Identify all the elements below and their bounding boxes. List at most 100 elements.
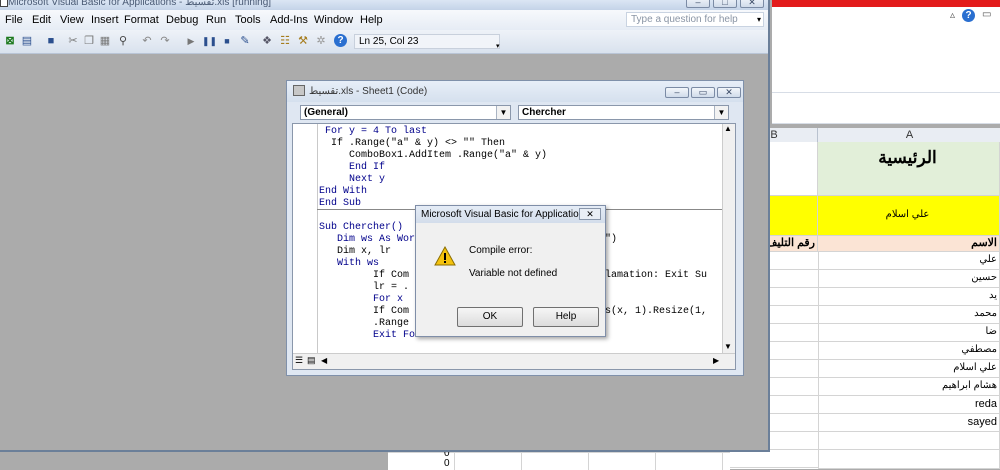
- dialog-close-icon[interactable]: ✕: [579, 208, 601, 220]
- menu-format[interactable]: Format: [124, 14, 159, 26]
- name-cell[interactable]: هشام ابراهيم: [818, 378, 1000, 396]
- code-line[interactable]: Next y: [325, 174, 385, 186]
- menu-help[interactable]: Help: [360, 14, 383, 26]
- excel-grid-lower-left[interactable]: 0 0: [388, 448, 730, 470]
- reset-icon[interactable]: ■: [220, 34, 234, 48]
- horizontal-scrollbar[interactable]: ☰ ▤ ◀ ▶: [293, 353, 735, 369]
- menu-window[interactable]: Window: [314, 14, 353, 26]
- empty-cell[interactable]: [818, 450, 1000, 469]
- name-cell[interactable]: reda: [818, 396, 1000, 414]
- cursor-position-status: Ln 25, Col 23: [354, 34, 500, 49]
- code-line[interactable]: With ws: [319, 258, 379, 270]
- menu-addins[interactable]: Add-Ins: [270, 14, 308, 26]
- code-line[interactable]: For y = 4 To last: [325, 126, 427, 138]
- menu-edit[interactable]: Edit: [32, 14, 51, 26]
- code-restore-icon[interactable]: ▭: [691, 87, 715, 98]
- close-icon[interactable]: ✕: [740, 0, 764, 8]
- break-icon[interactable]: ❚❚: [202, 34, 217, 48]
- menu-file[interactable]: File: [5, 14, 23, 26]
- selected-name-cell[interactable]: علي اسلام: [818, 196, 1000, 236]
- code-line[interactable]: Dim x, lr: [319, 246, 391, 258]
- help-icon[interactable]: ?: [962, 9, 975, 22]
- code-line[interactable]: .Range: [319, 318, 409, 330]
- find-icon[interactable]: ⚲: [116, 34, 130, 48]
- menu-tools[interactable]: Tools: [235, 14, 261, 26]
- code-line[interactable]: lr = .: [319, 282, 409, 294]
- design-mode-icon[interactable]: ✎: [238, 34, 252, 48]
- code-line[interactable]: If Com: [319, 270, 409, 282]
- scroll-left-icon[interactable]: ◀: [321, 356, 327, 365]
- ribbon-minimize-icon[interactable]: ▵: [950, 10, 955, 21]
- excel-column-headers: B A: [730, 128, 1000, 143]
- name-cell[interactable]: حسين: [818, 270, 1000, 288]
- chevron-down-icon[interactable]: ▼: [714, 106, 728, 119]
- warning-icon: [434, 246, 456, 266]
- excel-view-icon[interactable]: ⊠: [3, 34, 17, 48]
- name-cell[interactable]: يد: [818, 288, 1000, 306]
- code-window-icon: [293, 85, 305, 96]
- project-explorer-icon[interactable]: ❖: [260, 34, 274, 48]
- object-combo[interactable]: (General) ▼: [300, 105, 511, 120]
- name-cell[interactable]: علي اسلام: [818, 360, 1000, 378]
- chevron-down-icon[interactable]: ▾: [757, 15, 761, 24]
- scroll-up-icon[interactable]: ▲: [724, 124, 732, 133]
- code-line[interactable]: If .Range("a" & y) <> "" Then: [325, 138, 505, 150]
- code-line[interactable]: End With: [319, 186, 367, 198]
- sheet-title-cell[interactable]: الرئيسية: [818, 142, 1000, 196]
- excel-formula-bar[interactable]: [772, 92, 1000, 124]
- margin-indicator-bar[interactable]: [293, 124, 318, 354]
- save-icon[interactable]: ■: [44, 34, 58, 48]
- empty-cell[interactable]: [818, 432, 1000, 450]
- paste-icon[interactable]: ▦: [98, 34, 112, 48]
- name-cell[interactable]: ضا: [818, 324, 1000, 342]
- code-minimize-icon[interactable]: –: [665, 87, 689, 98]
- help-search-input[interactable]: Type a question for help: [626, 12, 764, 27]
- copy-icon[interactable]: ❐: [82, 34, 96, 48]
- minimize-icon[interactable]: –: [686, 0, 710, 8]
- code-close-icon[interactable]: ✕: [717, 87, 741, 98]
- run-icon[interactable]: ▶: [184, 34, 198, 48]
- full-module-view-icon[interactable]: ▤: [307, 355, 316, 366]
- code-line[interactable]: For x: [319, 294, 403, 306]
- code-line-fragment[interactable]: lls(x, 1).Resize(1,: [593, 306, 707, 318]
- name-header-cell[interactable]: الاسم: [818, 236, 1000, 252]
- insert-module-icon[interactable]: ▤: [20, 34, 34, 48]
- scroll-down-icon[interactable]: ▼: [724, 342, 732, 351]
- error-message: Variable not defined: [469, 268, 558, 279]
- vertical-scrollbar[interactable]: ▲ ▼: [722, 124, 735, 354]
- help-circle-icon[interactable]: ?: [334, 34, 347, 47]
- code-line[interactable]: Sub Chercher(): [319, 222, 403, 234]
- window-restore-icon[interactable]: ▭: [982, 9, 991, 20]
- cut-icon[interactable]: ✂: [66, 34, 80, 48]
- chevron-down-icon[interactable]: ▼: [496, 106, 510, 119]
- code-line[interactable]: If Com: [319, 306, 409, 318]
- code-line[interactable]: Dim ws As Wor: [319, 234, 415, 246]
- code-line[interactable]: End If: [325, 162, 385, 174]
- maximize-icon[interactable]: □: [713, 0, 737, 8]
- code-line[interactable]: ComboBox1.AddItem .Range("a" & y): [325, 150, 547, 162]
- name-cell[interactable]: علي: [818, 252, 1000, 270]
- redo-icon[interactable]: ↷: [158, 34, 172, 48]
- menu-view[interactable]: View: [60, 14, 84, 26]
- help-button[interactable]: Help: [533, 307, 599, 327]
- zero-value-cell[interactable]: 0: [444, 458, 450, 469]
- toolbar-overflow-icon[interactable]: ▾: [496, 42, 500, 50]
- undo-icon[interactable]: ↶: [140, 34, 154, 48]
- menu-insert[interactable]: Insert: [91, 14, 119, 26]
- scroll-right-icon[interactable]: ▶: [713, 356, 719, 365]
- properties-icon[interactable]: ☷: [278, 34, 292, 48]
- name-cell[interactable]: محمد: [818, 306, 1000, 324]
- object-browser-icon[interactable]: ⚒: [296, 34, 310, 48]
- code-line-fragment[interactable]: xclamation: Exit Su: [593, 270, 707, 282]
- name-cell[interactable]: sayed: [818, 414, 1000, 432]
- procedure-view-icon[interactable]: ☰: [295, 355, 303, 366]
- code-line[interactable]: Exit For: [319, 330, 421, 342]
- name-cell[interactable]: مصطفي: [818, 342, 1000, 360]
- menu-run[interactable]: Run: [206, 14, 226, 26]
- excel-grid[interactable]: الرئيسية علي اسلام رقم التليف الاسم علي …: [730, 142, 1000, 469]
- column-header-a[interactable]: A: [817, 128, 1000, 142]
- menu-debug[interactable]: Debug: [166, 14, 198, 26]
- ok-button[interactable]: OK: [457, 307, 523, 327]
- procedure-combo[interactable]: Chercher ▼: [518, 105, 729, 120]
- toolbox-icon[interactable]: ✲: [314, 34, 328, 48]
